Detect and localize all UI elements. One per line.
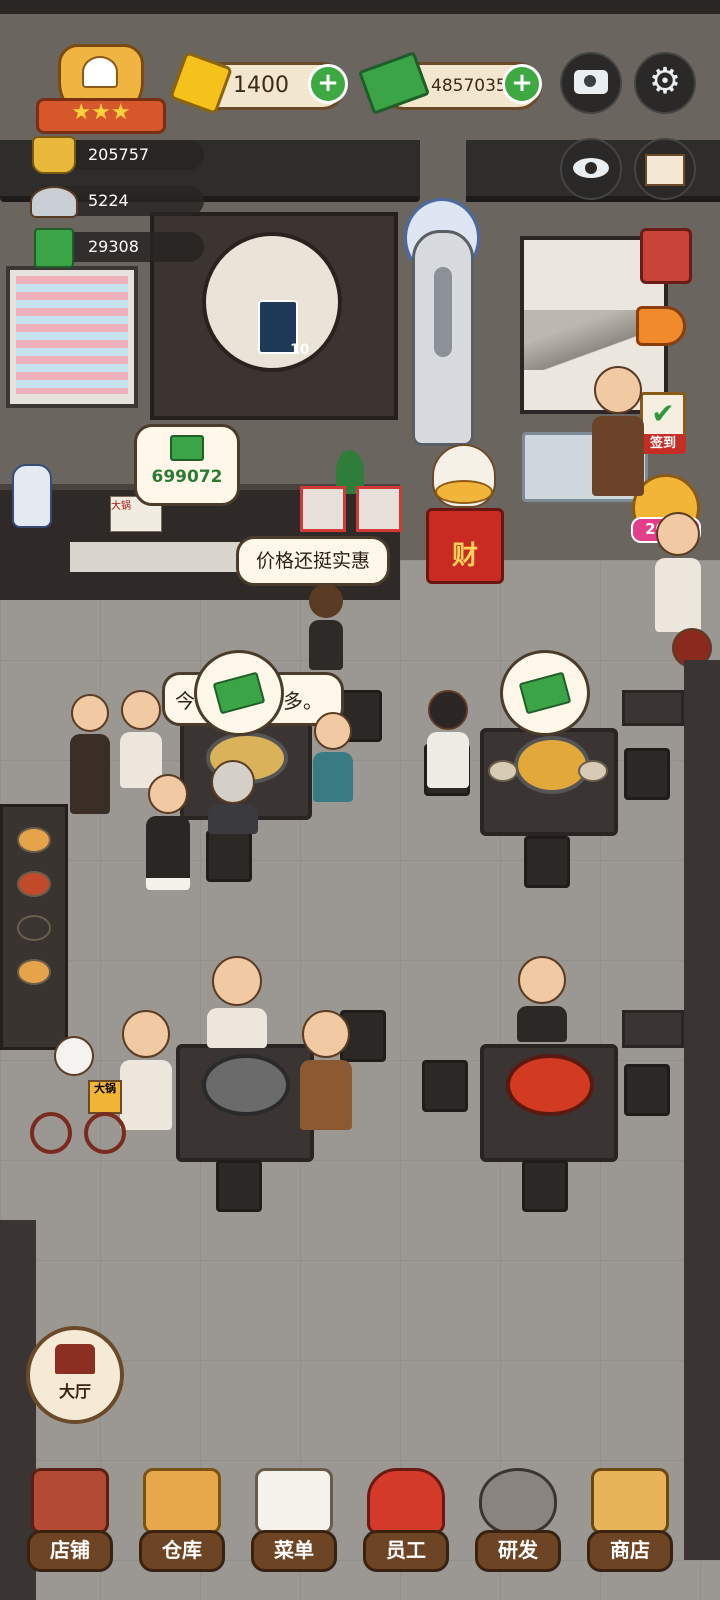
menu-clipboard-icon <box>255 1468 333 1534</box>
gem-value: 1400 <box>233 73 289 98</box>
eye-icon <box>573 158 609 178</box>
camera-icon <box>574 70 608 94</box>
store-building-icon <box>591 1468 669 1534</box>
delivery-rider[interactable]: 大锅 <box>30 1036 126 1154</box>
waitress-character <box>306 584 346 670</box>
announcement-button[interactable] <box>636 300 688 350</box>
view-toggle-button[interactable] <box>560 138 622 200</box>
dining-table-3[interactable] <box>176 1044 314 1162</box>
nav-menu[interactable]: 菜单 <box>246 1468 342 1572</box>
chair <box>624 1064 670 1116</box>
drink-fridge <box>6 266 138 408</box>
drink-count: 10 <box>290 342 310 358</box>
chair <box>422 1060 468 1112</box>
chef-hat-icon <box>82 56 118 88</box>
gear-icon: ⚙ <box>648 61 682 102</box>
nav-store[interactable]: 商店 <box>582 1468 678 1572</box>
customer-character <box>424 690 472 790</box>
coin-pot-icon <box>32 136 76 174</box>
vase-plant <box>12 464 52 528</box>
nav-warehouse[interactable]: 仓库 <box>134 1468 230 1572</box>
settings-button[interactable]: ⚙ <box>634 52 696 114</box>
research-wok-icon <box>479 1468 557 1534</box>
cash-icon <box>212 671 266 715</box>
gift-tree-decoration <box>300 450 402 532</box>
nav-shop[interactable]: 店铺 <box>22 1468 118 1572</box>
condiment-counter <box>0 804 68 1050</box>
add-gems-button[interactable]: + <box>308 64 348 104</box>
dining-table-4[interactable] <box>480 1044 618 1162</box>
cash-icon <box>518 671 572 715</box>
building-icon <box>55 1344 95 1374</box>
side-table <box>622 1010 684 1048</box>
chair <box>216 1160 262 1212</box>
chair <box>206 830 252 882</box>
guide-book-button[interactable] <box>634 138 696 200</box>
guest-character <box>650 512 706 632</box>
customer-character <box>206 760 260 834</box>
staff-chef-icon <box>367 1468 445 1534</box>
megaphone-icon <box>636 306 686 346</box>
customer-speech-bubble: 价格还挺实惠 <box>236 536 390 586</box>
chair <box>522 1160 568 1212</box>
customer-character <box>68 694 112 818</box>
chair <box>624 748 670 800</box>
cash-icon <box>170 435 204 461</box>
right-pillar <box>684 660 720 1560</box>
nav-research[interactable]: 研发 <box>470 1468 566 1572</box>
cash-up-icon <box>34 228 74 268</box>
nav-staff[interactable]: 员工 <box>358 1468 454 1572</box>
payment-bubble-1[interactable] <box>194 650 284 736</box>
add-cash-button[interactable]: + <box>502 64 542 104</box>
maid-waitress-character <box>144 774 192 890</box>
air-purifier <box>412 230 474 446</box>
customer-character <box>116 1010 176 1130</box>
camera-button[interactable] <box>560 52 622 114</box>
customer-character <box>512 956 572 1042</box>
payment-bubble-2[interactable] <box>500 650 590 736</box>
shop-house-icon <box>31 1468 109 1534</box>
customer-character <box>204 956 270 1048</box>
fortune-box[interactable]: 财 <box>426 508 504 584</box>
guest-character <box>588 366 648 496</box>
book-question-icon <box>645 154 685 186</box>
ceiling-beam <box>0 0 720 14</box>
warehouse-boxes-icon <box>143 1468 221 1534</box>
customer-character <box>310 712 356 802</box>
recipe-book-button[interactable] <box>640 228 692 284</box>
dining-table-2[interactable] <box>480 728 618 836</box>
customer-character <box>296 1010 356 1130</box>
hall-floor-button[interactable]: 大厅 <box>26 1326 124 1424</box>
rank-stars: ★★★ <box>36 98 166 134</box>
serving-dish-icon <box>30 186 78 218</box>
chair <box>524 836 570 888</box>
restaurant-rank-badge[interactable]: ★★★ <box>36 44 166 134</box>
lucky-cat[interactable] <box>432 444 496 508</box>
tip-collect-bubble[interactable]: 699072 <box>134 424 240 506</box>
